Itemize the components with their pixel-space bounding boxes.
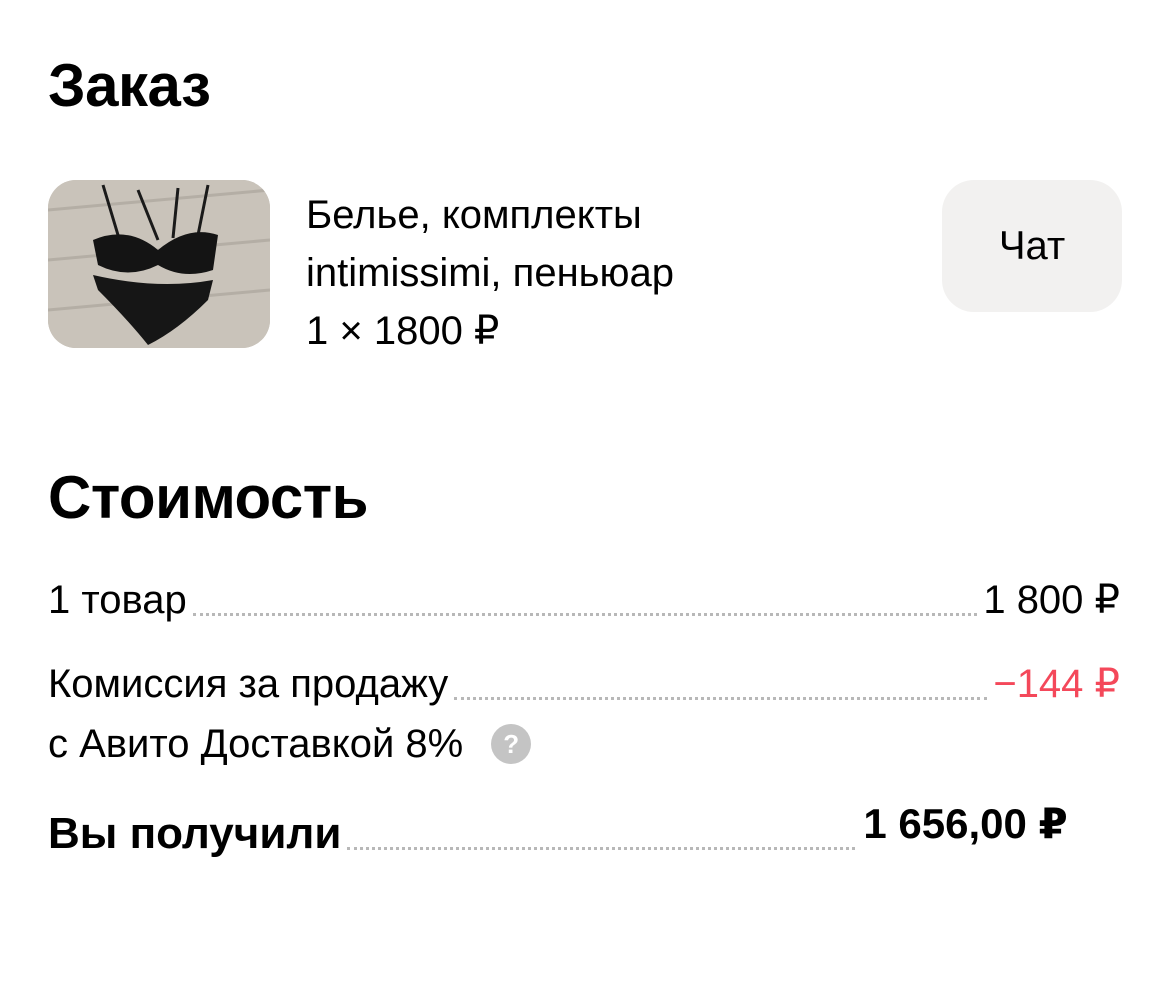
total-label: Вы получили: [48, 809, 342, 858]
product-name-line2: intimissimi, пеньюар: [306, 251, 674, 295]
dotted-leader: [347, 847, 856, 850]
help-icon[interactable]: ?: [491, 724, 532, 764]
cost-row-total: Вы получили 1 656,00 ₽: [48, 800, 1120, 858]
goods-label: 1 товар: [48, 578, 187, 622]
dotted-leader: [454, 697, 988, 700]
product-name-line1: Белье, комплекты: [306, 193, 642, 237]
product-info: Белье, комплекты intimissimi, пеньюар 1 …: [306, 186, 674, 360]
product-qty-price: 1 × 1800 ₽: [306, 309, 500, 353]
product-image[interactable]: [48, 180, 270, 348]
goods-value: 1 800 ₽: [983, 578, 1120, 622]
cost-row-commission: Комиссия за продажу −144 ₽ с Авито Доста…: [48, 660, 1120, 768]
order-title: Заказ: [48, 52, 211, 119]
dotted-leader: [192, 613, 978, 616]
order-details-page: Заказ Белье, комплекты intimissimi, пень…: [0, 0, 1170, 996]
commission-value: −144 ₽: [993, 662, 1120, 706]
chat-button[interactable]: Чат: [942, 180, 1122, 312]
total-value: 1 656,00 ₽: [863, 800, 1068, 847]
commission-label: Комиссия за продажу: [48, 662, 449, 706]
commission-label-line2: с Авито Доставкой 8%: [48, 722, 464, 766]
cost-title: Стоимость: [48, 464, 369, 531]
cost-row-goods: 1 товар 1 800 ₽: [48, 576, 1120, 624]
lingerie-photo-icon: [48, 180, 270, 348]
